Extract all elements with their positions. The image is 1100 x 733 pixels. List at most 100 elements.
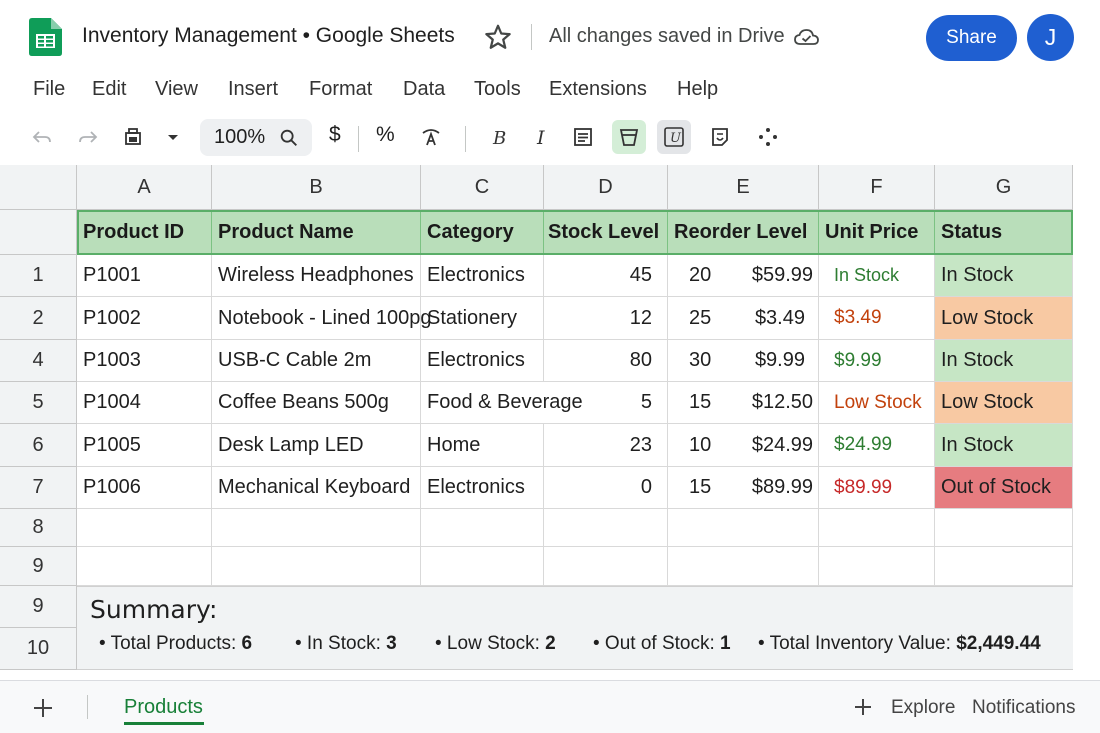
cell-unit-price[interactable]: $3.49 bbox=[819, 297, 935, 340]
more-options-button[interactable] bbox=[751, 120, 785, 154]
empty-cell[interactable] bbox=[421, 547, 544, 586]
cell-product-name[interactable]: Wireless Headphones bbox=[212, 255, 421, 297]
header-cell-product-id[interactable]: Product ID bbox=[77, 210, 212, 255]
cell-product-id[interactable]: P1003 bbox=[77, 340, 212, 382]
cell-unit-price[interactable]: $89.99 bbox=[819, 467, 935, 509]
cell-status[interactable]: In Stock bbox=[935, 340, 1073, 382]
cell-category[interactable]: Electronics bbox=[421, 467, 544, 509]
cell-stock-level[interactable]: 45 bbox=[544, 255, 668, 297]
menu-tools[interactable]: Tools bbox=[474, 78, 521, 101]
header-cell-status[interactable]: Status bbox=[935, 210, 1073, 255]
cell-product-name[interactable]: Notebook - Lined 100pg bbox=[212, 297, 432, 340]
print-dropdown-button[interactable] bbox=[156, 120, 190, 154]
sheets-logo-icon[interactable] bbox=[29, 18, 62, 56]
menu-data[interactable]: Data bbox=[403, 78, 445, 101]
cell-status[interactable]: Low Stock bbox=[935, 297, 1073, 340]
cell-product-name[interactable]: Mechanical Keyboard bbox=[212, 467, 421, 509]
cloud-saved-icon[interactable] bbox=[793, 27, 820, 47]
row-header[interactable]: 5 bbox=[0, 382, 77, 424]
account-avatar[interactable]: J bbox=[1027, 14, 1074, 61]
menu-insert[interactable]: Insert bbox=[228, 78, 278, 101]
document-title[interactable]: Inventory Management • Google Sheets bbox=[82, 24, 455, 48]
column-header-g[interactable]: G bbox=[935, 165, 1073, 210]
cell-status[interactable]: In Stock bbox=[935, 255, 1073, 297]
italic-button[interactable]: I bbox=[524, 120, 558, 154]
cell-stock-level[interactable]: 80 bbox=[544, 340, 668, 382]
menu-view[interactable]: View bbox=[155, 78, 198, 101]
menu-file[interactable]: File bbox=[33, 78, 65, 101]
redo-button[interactable] bbox=[71, 120, 105, 154]
undo-button[interactable] bbox=[25, 120, 59, 154]
empty-cell[interactable] bbox=[212, 509, 421, 547]
plus-icon[interactable] bbox=[853, 697, 873, 717]
select-all-corner[interactable] bbox=[0, 165, 77, 210]
sheet-tab-products[interactable]: Products bbox=[124, 696, 203, 719]
cell-unit-price[interactable]: $24.99 bbox=[819, 424, 935, 467]
share-button[interactable]: Share bbox=[926, 15, 1017, 61]
empty-cell[interactable] bbox=[668, 509, 819, 547]
header-cell-reorder-level[interactable]: Reorder Level bbox=[668, 210, 819, 255]
row-header[interactable]: 1 bbox=[0, 255, 77, 297]
print-button[interactable] bbox=[116, 120, 150, 154]
cell-status[interactable]: Low Stock bbox=[935, 382, 1073, 424]
header-cell-product-name[interactable]: Product Name bbox=[212, 210, 421, 255]
cell-category[interactable]: Electronics bbox=[421, 340, 544, 382]
row-header[interactable]: 9 bbox=[0, 547, 77, 586]
menu-edit[interactable]: Edit bbox=[92, 78, 126, 101]
row-header[interactable]: 10 bbox=[0, 628, 77, 670]
notifications-button[interactable]: Notifications bbox=[972, 697, 1076, 719]
column-header-d[interactable]: D bbox=[544, 165, 668, 210]
cell-category[interactable]: Home bbox=[421, 424, 544, 467]
row-header[interactable]: 4 bbox=[0, 340, 77, 382]
add-sheet-icon[interactable] bbox=[30, 695, 56, 721]
column-header-a[interactable]: A bbox=[77, 165, 212, 210]
cell-product-name[interactable]: Coffee Beans 500g bbox=[212, 382, 421, 424]
row-header[interactable]: 9 bbox=[0, 586, 77, 628]
cell-stock-level[interactable]: 23 bbox=[544, 424, 668, 467]
star-icon[interactable] bbox=[483, 22, 513, 52]
empty-cell[interactable] bbox=[212, 547, 421, 586]
empty-cell[interactable] bbox=[421, 509, 544, 547]
row-header[interactable]: 2 bbox=[0, 297, 77, 340]
cell-product-name[interactable]: USB-C Cable 2m bbox=[212, 340, 421, 382]
column-header-b[interactable]: B bbox=[212, 165, 421, 210]
cell-stock-level[interactable]: 5 bbox=[544, 382, 668, 424]
menu-help[interactable]: Help bbox=[677, 78, 718, 101]
empty-cell[interactable] bbox=[668, 547, 819, 586]
cell-product-name[interactable]: Desk Lamp LED bbox=[212, 424, 421, 467]
column-header-f[interactable]: F bbox=[819, 165, 935, 210]
cell-product-id[interactable]: P1006 bbox=[77, 467, 212, 509]
cell-product-id[interactable]: P1005 bbox=[77, 424, 212, 467]
text-wrap-button[interactable] bbox=[566, 120, 600, 154]
header-cell-stock-level[interactable]: Stock Level bbox=[544, 210, 668, 255]
zoom-control[interactable]: 100% bbox=[200, 119, 312, 156]
row-header[interactable]: 7 bbox=[0, 467, 77, 509]
currency-format-button[interactable]: $ bbox=[329, 123, 341, 147]
cell-category[interactable]: Food & Beverage bbox=[421, 382, 583, 424]
cell-unit-price[interactable]: $9.99 bbox=[819, 340, 935, 382]
empty-cell[interactable] bbox=[819, 547, 935, 586]
fill-color-button[interactable] bbox=[612, 120, 646, 154]
empty-cell[interactable] bbox=[77, 509, 212, 547]
cell-unit-price[interactable]: Low Stock bbox=[819, 382, 935, 424]
row-header-blank[interactable] bbox=[0, 210, 77, 255]
column-header-e[interactable]: E bbox=[668, 165, 819, 210]
empty-cell[interactable] bbox=[935, 509, 1073, 547]
cell-category[interactable]: Stationery bbox=[421, 297, 544, 340]
header-cell-category[interactable]: Category bbox=[421, 210, 544, 255]
empty-cell[interactable] bbox=[77, 547, 212, 586]
insert-chart-button[interactable] bbox=[703, 120, 737, 154]
cell-category[interactable]: Electronics bbox=[421, 255, 544, 297]
text-rotation-button[interactable] bbox=[414, 120, 448, 154]
cell-status[interactable]: Out of Stock bbox=[935, 467, 1073, 509]
percent-format-button[interactable]: % bbox=[376, 123, 395, 147]
empty-cell[interactable] bbox=[819, 509, 935, 547]
row-header[interactable]: 6 bbox=[0, 424, 77, 467]
menu-format[interactable]: Format bbox=[309, 78, 372, 101]
cell-product-id[interactable]: P1004 bbox=[77, 382, 212, 424]
empty-cell[interactable] bbox=[544, 547, 668, 586]
menu-extensions[interactable]: Extensions bbox=[549, 78, 647, 101]
cell-stock-level[interactable]: 0 bbox=[544, 467, 668, 509]
cell-product-id[interactable]: P1002 bbox=[77, 297, 212, 340]
column-header-c[interactable]: C bbox=[421, 165, 544, 210]
